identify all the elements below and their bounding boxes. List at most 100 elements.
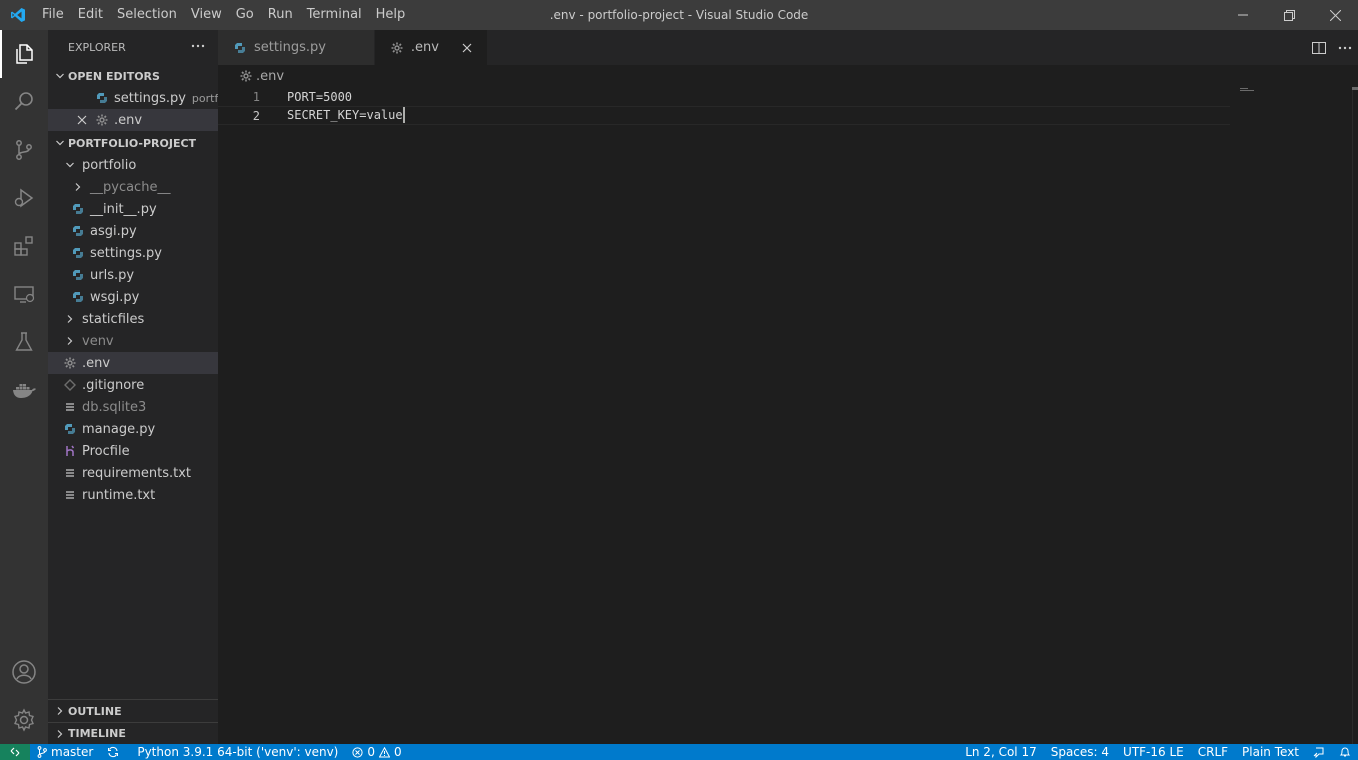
line-number: 1 xyxy=(252,89,260,104)
tree-item[interactable]: .env xyxy=(48,352,218,374)
tree-item[interactable]: db.sqlite3 xyxy=(48,396,218,418)
tree-item[interactable]: __init__.py xyxy=(48,198,218,220)
docker-activity[interactable] xyxy=(0,366,48,414)
accounts-activity[interactable] xyxy=(0,648,48,696)
tree-item[interactable]: requirements.txt xyxy=(48,462,218,484)
tab-label: .env xyxy=(410,40,439,55)
menu-run[interactable]: Run xyxy=(261,0,300,30)
docker-icon xyxy=(13,384,36,398)
tab-close-icon[interactable] xyxy=(457,43,477,53)
python-file-icon xyxy=(70,223,86,239)
indentation-status[interactable]: Spaces: 4 xyxy=(1044,744,1116,760)
explorer-activity[interactable] xyxy=(0,30,48,78)
tree-item[interactable]: staticfiles xyxy=(48,308,218,330)
tree-item[interactable]: __pycache__ xyxy=(48,176,218,198)
warning-icon xyxy=(379,746,390,758)
tree-item[interactable]: .gitignore xyxy=(48,374,218,396)
close-icon[interactable] xyxy=(74,112,90,128)
testing-activity[interactable] xyxy=(0,318,48,366)
tree-item[interactable]: portfolio xyxy=(48,154,218,176)
chevron-right-icon xyxy=(62,311,78,327)
tree-item-label: venv xyxy=(82,333,114,349)
search-activity[interactable] xyxy=(0,78,48,126)
breadcrumb-file[interactable]: .env xyxy=(256,69,284,84)
encoding-status[interactable]: UTF-16 LE xyxy=(1116,744,1191,760)
eol-status[interactable]: CRLF xyxy=(1191,744,1235,760)
file-tree: portfolio __pycache__ __init__.py asgi.py se… xyxy=(48,154,218,506)
timeline-label: TIMELINE xyxy=(68,727,126,740)
python-interpreter-status[interactable]: Python 3.9.1 64-bit ('venv': venv) xyxy=(130,744,345,760)
branch-status[interactable]: master xyxy=(30,744,100,760)
tree-item-label: db.sqlite3 xyxy=(82,399,147,415)
split-editor-button[interactable] xyxy=(1306,35,1332,61)
remote-explorer-activity[interactable] xyxy=(0,270,48,318)
feedback-status[interactable] xyxy=(1306,744,1332,760)
breadcrumb[interactable]: .env xyxy=(218,65,284,87)
tree-item[interactable]: asgi.py xyxy=(48,220,218,242)
problems-status[interactable]: 0 0 xyxy=(345,744,408,760)
window-controls xyxy=(1220,0,1358,30)
text-cursor xyxy=(402,106,405,123)
tree-item[interactable]: wsgi.py xyxy=(48,286,218,308)
cursor-position-status[interactable]: Ln 2, Col 17 xyxy=(958,744,1044,760)
tree-item[interactable]: venv xyxy=(48,330,218,352)
tree-item[interactable]: manage.py xyxy=(48,418,218,440)
editor-more-button[interactable] xyxy=(1332,35,1358,61)
restore-icon xyxy=(1283,9,1295,21)
code-text-wrap[interactable]: SECRET_KEY=value xyxy=(287,106,405,123)
encoding: UTF-16 LE xyxy=(1123,745,1184,759)
python-file-icon xyxy=(94,90,110,106)
sync-icon xyxy=(107,746,119,758)
extensions-activity[interactable] xyxy=(0,222,48,270)
outline-section[interactable]: OUTLINE xyxy=(48,700,218,722)
project-section[interactable]: PORTFOLIO-PROJECT xyxy=(48,132,218,154)
open-editors-section[interactable]: OPEN EDITORS xyxy=(48,65,218,87)
tab-settings-py[interactable]: settings.py × xyxy=(218,30,375,65)
menu-terminal[interactable]: Terminal xyxy=(300,0,369,30)
warning-count: 0 xyxy=(394,745,402,759)
code-text[interactable]: SECRET_KEY=value xyxy=(287,108,403,122)
error-icon xyxy=(352,746,363,758)
tree-item[interactable]: urls.py xyxy=(48,264,218,286)
timeline-section[interactable]: TIMELINE xyxy=(48,722,218,744)
notifications-status[interactable] xyxy=(1332,744,1358,760)
activity-bar xyxy=(0,30,48,744)
chevron-down-icon xyxy=(52,71,68,81)
open-editor-item-active[interactable]: .env xyxy=(48,109,218,131)
code-editor[interactable]: 1 PORT=5000 2 SECRET_KEY=value xyxy=(218,87,1358,744)
tree-item-label: runtime.txt xyxy=(82,487,156,503)
more-actions-icon[interactable] xyxy=(190,38,206,58)
gear-file-icon xyxy=(238,70,254,82)
chevron-right-icon xyxy=(52,729,68,739)
outline-label: OUTLINE xyxy=(68,704,122,718)
code-text[interactable]: PORT=5000 xyxy=(287,90,352,104)
menu-go[interactable]: Go xyxy=(229,0,261,30)
manage-activity[interactable] xyxy=(0,696,48,744)
remote-indicator[interactable] xyxy=(0,744,30,760)
minimap[interactable] xyxy=(1240,87,1350,744)
restore-button[interactable] xyxy=(1266,0,1312,30)
minimize-button[interactable] xyxy=(1220,0,1266,30)
tree-item[interactable]: Procfile xyxy=(48,440,218,462)
code-line-current[interactable]: 2 SECRET_KEY=value xyxy=(218,106,1230,125)
menu-file[interactable]: File xyxy=(35,0,71,30)
menu-view[interactable]: View xyxy=(184,0,229,30)
source-control-activity[interactable] xyxy=(0,126,48,174)
close-window-button[interactable] xyxy=(1312,0,1358,30)
chevron-right-icon xyxy=(52,706,68,716)
run-debug-activity[interactable] xyxy=(0,174,48,222)
error-count: 0 xyxy=(367,745,375,759)
language-mode-status[interactable]: Plain Text xyxy=(1235,744,1306,760)
menu-help[interactable]: Help xyxy=(369,0,413,30)
tab-env[interactable]: .env xyxy=(374,30,488,65)
code-line[interactable]: 1 PORT=5000 xyxy=(218,87,1230,106)
open-editor-item[interactable]: settings.py portf... xyxy=(48,87,218,109)
tree-item[interactable]: runtime.txt xyxy=(48,484,218,506)
branch-icon xyxy=(37,746,47,758)
menu-edit[interactable]: Edit xyxy=(71,0,110,30)
gear-file-icon xyxy=(94,112,110,128)
vertical-scrollbar[interactable] xyxy=(1352,87,1358,744)
menu-selection[interactable]: Selection xyxy=(110,0,184,30)
sync-status[interactable] xyxy=(100,744,130,760)
tree-item[interactable]: settings.py xyxy=(48,242,218,264)
